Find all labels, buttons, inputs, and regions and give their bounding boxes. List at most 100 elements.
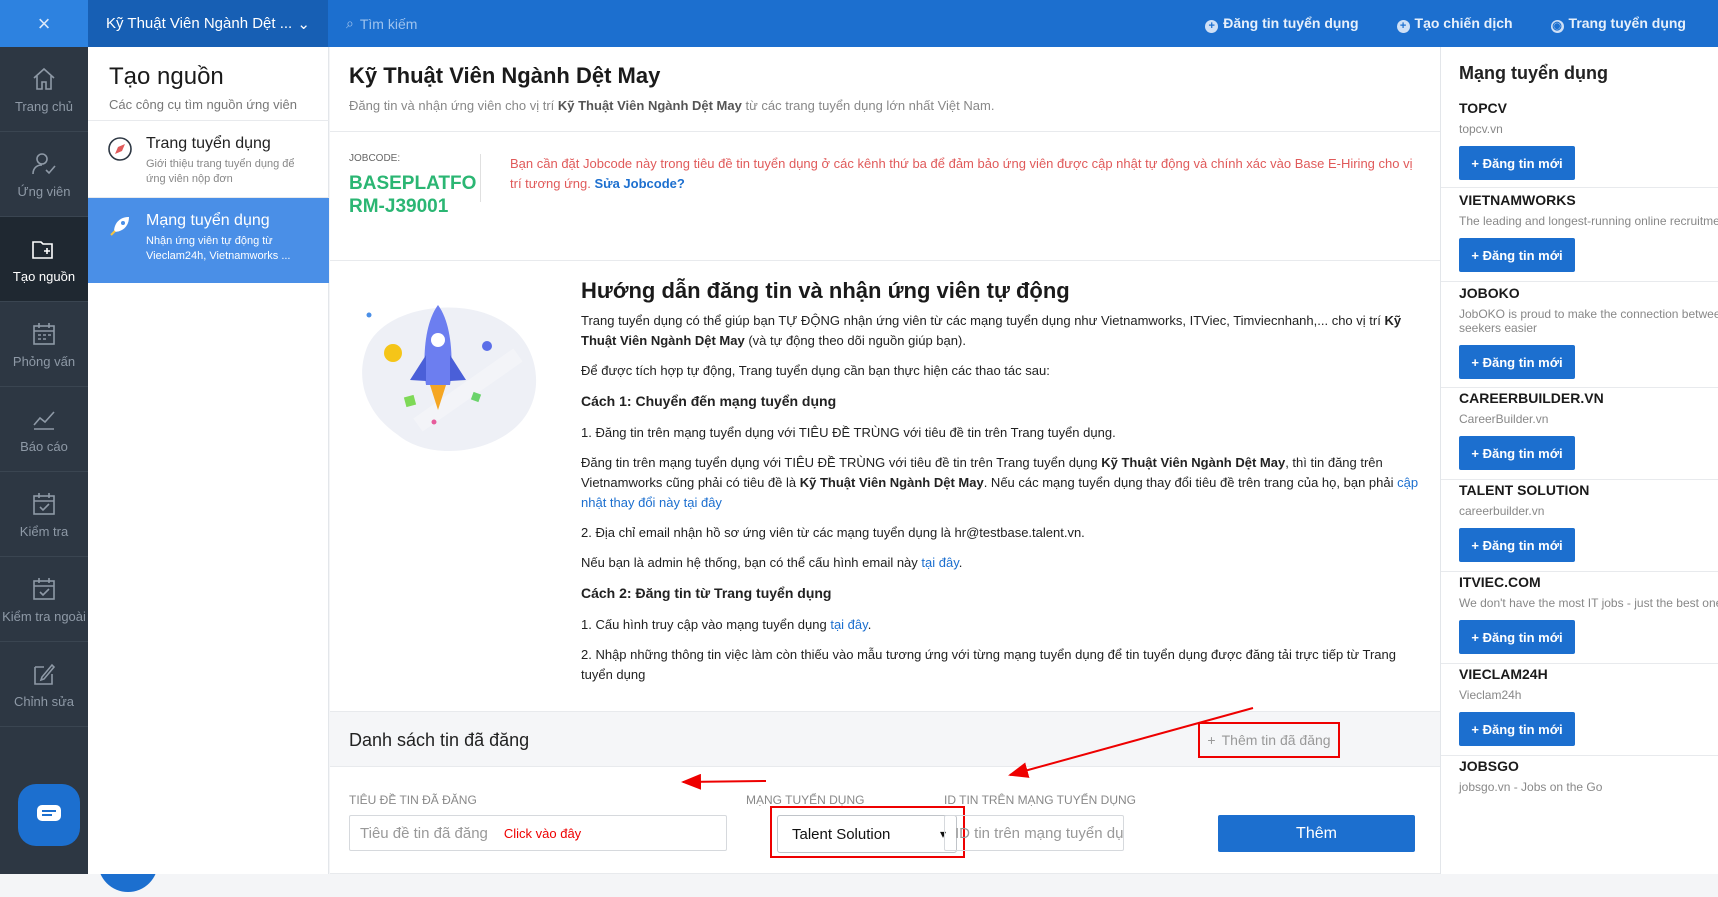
network-name: ITVIEC.COM xyxy=(1459,574,1541,590)
globe-icon: ◉ xyxy=(1550,19,1564,33)
guide-paragraph: Để được tích hợp tự động, Trang tuyển dụ… xyxy=(581,363,1050,378)
jobcode-value: BASEPLATFORM-J39001 xyxy=(349,173,477,217)
sidebar-item-career-page[interactable]: Trang tuyển dụng Giới thiệu trang tuyển … xyxy=(88,120,329,206)
nav-home[interactable]: Trang chủ xyxy=(0,47,88,132)
desc-text: Đăng tin và nhận ứng viên cho vị trí xyxy=(349,98,558,113)
nav-candidates[interactable]: Ứng viên xyxy=(0,132,88,217)
guide-title: Hướng dẫn đăng tin và nhận ứng viên tự đ… xyxy=(581,278,1070,303)
job-selector[interactable]: Kỹ Thuật Viên Ngành Dệt ... ⌄ xyxy=(88,0,328,47)
post-job-label: Đăng tin tuyển dụng xyxy=(1223,14,1359,31)
nav-interview[interactable]: Phỏng vấn xyxy=(0,302,88,387)
network-name: VIECLAM24H xyxy=(1459,666,1548,682)
network-panel: Mạng tuyển dụng TOPCV topcv.vn + Đăng ti… xyxy=(1440,47,1718,874)
network-item: TALENT SOLUTION careerbuilder.vn + Đăng … xyxy=(1441,482,1718,572)
network-panel-title: Mạng tuyển dụng xyxy=(1459,63,1608,83)
posted-title-input[interactable]: Tiêu đề tin đã đăng Click vào đây xyxy=(349,815,727,851)
network-name: VIETNAMWORKS xyxy=(1459,192,1576,208)
page-description: Đăng tin và nhận ứng viên cho vị trí Kỹ … xyxy=(349,98,1440,113)
career-page-link[interactable]: ◉ Trang tuyển dụng xyxy=(1550,14,1686,33)
post-new-button[interactable]: + Đăng tin mới xyxy=(1459,436,1575,470)
sidebar-title: Tạo nguồn xyxy=(109,63,224,90)
plus-circle-icon: + xyxy=(1396,19,1410,33)
sidebar-item-title: Mạng tuyển dụng xyxy=(146,212,270,229)
close-icon[interactable]: × xyxy=(0,0,88,47)
guide-text-span: (và tự động theo dõi nguồn giúp bạn). xyxy=(744,333,966,348)
edit-icon xyxy=(34,663,56,685)
rocket-illustration xyxy=(362,305,537,452)
network-desc: The leading and longest-running online r… xyxy=(1459,214,1718,228)
create-campaign-link[interactable]: + Tạo chiến dịch xyxy=(1396,15,1513,33)
posted-id-placeholder: ID tin trên mạng tuyển dụn xyxy=(955,824,1123,842)
folder-add-icon xyxy=(32,240,53,259)
network-desc: jobsgo.vn - Jobs on the Go xyxy=(1459,780,1603,794)
nav-label: Trang chủ xyxy=(14,98,74,114)
nav-label: Ứng viên xyxy=(17,183,71,199)
nav-label: Kiểm tra xyxy=(19,523,69,539)
jobcode-section: JOBCODE: BASEPLATFORM-J39001 Bạn cần đặt… xyxy=(330,131,1440,261)
nav-reports[interactable]: Báo cáo xyxy=(0,387,88,472)
chart-line-icon xyxy=(33,410,55,430)
post-new-button[interactable]: + Đăng tin mới xyxy=(1459,528,1575,562)
post-new-button[interactable]: + Đăng tin mới xyxy=(1459,238,1575,272)
post-new-button[interactable]: + Đăng tin mới xyxy=(1459,712,1575,746)
edit-jobcode-link[interactable]: Sửa Jobcode? xyxy=(594,176,684,191)
posted-title-placeholder: Tiêu đề tin đã đăng xyxy=(360,824,488,842)
sidebar-item-recruit-network[interactable]: Mạng tuyển dụng Nhận ứng viên tự động từ… xyxy=(88,197,329,283)
guide-paragraph: 2. Địa chỉ email nhận hồ sơ ứng viên từ … xyxy=(581,525,1085,540)
guide-section: Hướng dẫn đăng tin và nhận ứng viên tự đ… xyxy=(330,261,1440,721)
guide-paragraph: 1. Cấu hình truy cập vào mạng tuyển dụng… xyxy=(581,617,872,632)
guide-text-span: Nếu bạn là admin hệ thống, bạn có thể cấ… xyxy=(581,555,922,570)
compass-icon xyxy=(108,137,132,161)
jobcode-label: JOBCODE: xyxy=(349,153,401,164)
sidebar-subtitle: Các công cụ tìm nguồn ứng viên xyxy=(109,97,297,112)
nav-edit[interactable]: Chỉnh sửa xyxy=(0,642,88,727)
plus-circle-icon: + xyxy=(1205,19,1219,33)
post-job-link[interactable]: + Đăng tin tuyển dụng xyxy=(1205,14,1359,33)
network-desc: JobOKO is proud to make the connection b… xyxy=(1459,307,1718,335)
guide-paragraph: Nếu bạn là admin hệ thống, bạn có thể cấ… xyxy=(581,555,963,570)
post-new-button[interactable]: + Đăng tin mới xyxy=(1459,345,1575,379)
network-desc: Vieclam24h xyxy=(1459,688,1522,702)
guide-paragraph: 2. Nhập những thông tin việc làm còn thi… xyxy=(581,647,1396,682)
method-1-heading: Cách 1: Chuyển đến mạng tuyển dụng xyxy=(581,393,837,409)
network-item: JOBSGO jobsgo.vn - Jobs on the Go xyxy=(1441,758,1718,874)
nav-tests[interactable]: Kiểm tra xyxy=(0,472,88,557)
guide-bold: Kỹ Thuật Viên Ngành Dệt May xyxy=(1101,455,1286,470)
config-access-link[interactable]: tại đây xyxy=(830,617,867,632)
network-item: JOBOKO JobOKO is proud to make the conne… xyxy=(1441,285,1718,388)
network-select[interactable]: Talent Solution ▾ xyxy=(777,815,957,853)
add-submit-button[interactable]: Thêm xyxy=(1218,815,1415,852)
posted-list-header: Danh sách tin đã đăng + Thêm tin đã đăng xyxy=(330,711,1440,767)
nav-external-tests[interactable]: Kiểm tra ngoài xyxy=(0,557,88,642)
posted-id-input[interactable]: ID tin trên mạng tuyển dụn xyxy=(944,815,1124,851)
page-title: Kỹ Thuật Viên Ngành Dệt May xyxy=(349,63,661,88)
search-box[interactable]: ⌕ Tìm kiếm xyxy=(328,15,1205,32)
career-page-label: Trang tuyển dụng xyxy=(1568,14,1686,31)
network-item: ITVIEC.COM We don't have the most IT job… xyxy=(1441,574,1718,664)
add-posted-form: TIÊU ĐỀ TIN ĐÃ ĐĂNG Tiêu đề tin đã đăng C… xyxy=(330,767,1440,874)
chevron-down-icon: ⌄ xyxy=(297,15,310,33)
click-here-annotation: Click vào đây xyxy=(503,825,582,841)
network-item: VIETNAMWORKS The leading and longest-run… xyxy=(1441,192,1718,282)
network-item: VIECLAM24H Vieclam24h + Đăng tin mới xyxy=(1441,666,1718,756)
network-field-label: MẠNG TUYỂN DỤNG xyxy=(746,793,865,807)
post-new-button[interactable]: + Đăng tin mới xyxy=(1459,146,1575,180)
nav-sourcing[interactable]: Tạo nguồn xyxy=(0,217,88,302)
home-icon xyxy=(33,67,55,90)
guide-text: Hướng dẫn đăng tin và nhận ứng viên tự đ… xyxy=(581,278,1426,695)
network-desc: We don't have the most IT jobs - just th… xyxy=(1459,596,1718,610)
sourcing-sidebar: Tạo nguồn Các công cụ tìm nguồn ứng viên… xyxy=(88,47,329,874)
user-check-icon xyxy=(32,152,56,174)
post-new-button[interactable]: + Đăng tin mới xyxy=(1459,620,1575,654)
top-links: + Đăng tin tuyển dụng + Tạo chiến dịch ◉ Tr… xyxy=(1205,15,1718,33)
main-content: Kỹ Thuật Viên Ngành Dệt May Đăng tin và … xyxy=(330,47,1440,874)
rocket-icon xyxy=(110,217,129,236)
nav-label: Chỉnh sửa xyxy=(13,693,74,709)
main-nav: Trang chủ Ứng viên Tạo nguồn Phỏng vấn B… xyxy=(0,47,88,874)
chat-button[interactable] xyxy=(18,784,80,846)
guide-paragraph: Trang tuyển dụng có thể giúp bạn TỰ ĐỘNG… xyxy=(581,311,1426,351)
title-field-label: TIÊU ĐỀ TIN ĐÃ ĐĂNG xyxy=(349,793,477,807)
posted-list-title: Danh sách tin đã đăng xyxy=(349,730,530,750)
config-email-link[interactable]: tại đây xyxy=(921,555,958,570)
add-posted-button[interactable]: + Thêm tin đã đăng xyxy=(1198,722,1340,758)
